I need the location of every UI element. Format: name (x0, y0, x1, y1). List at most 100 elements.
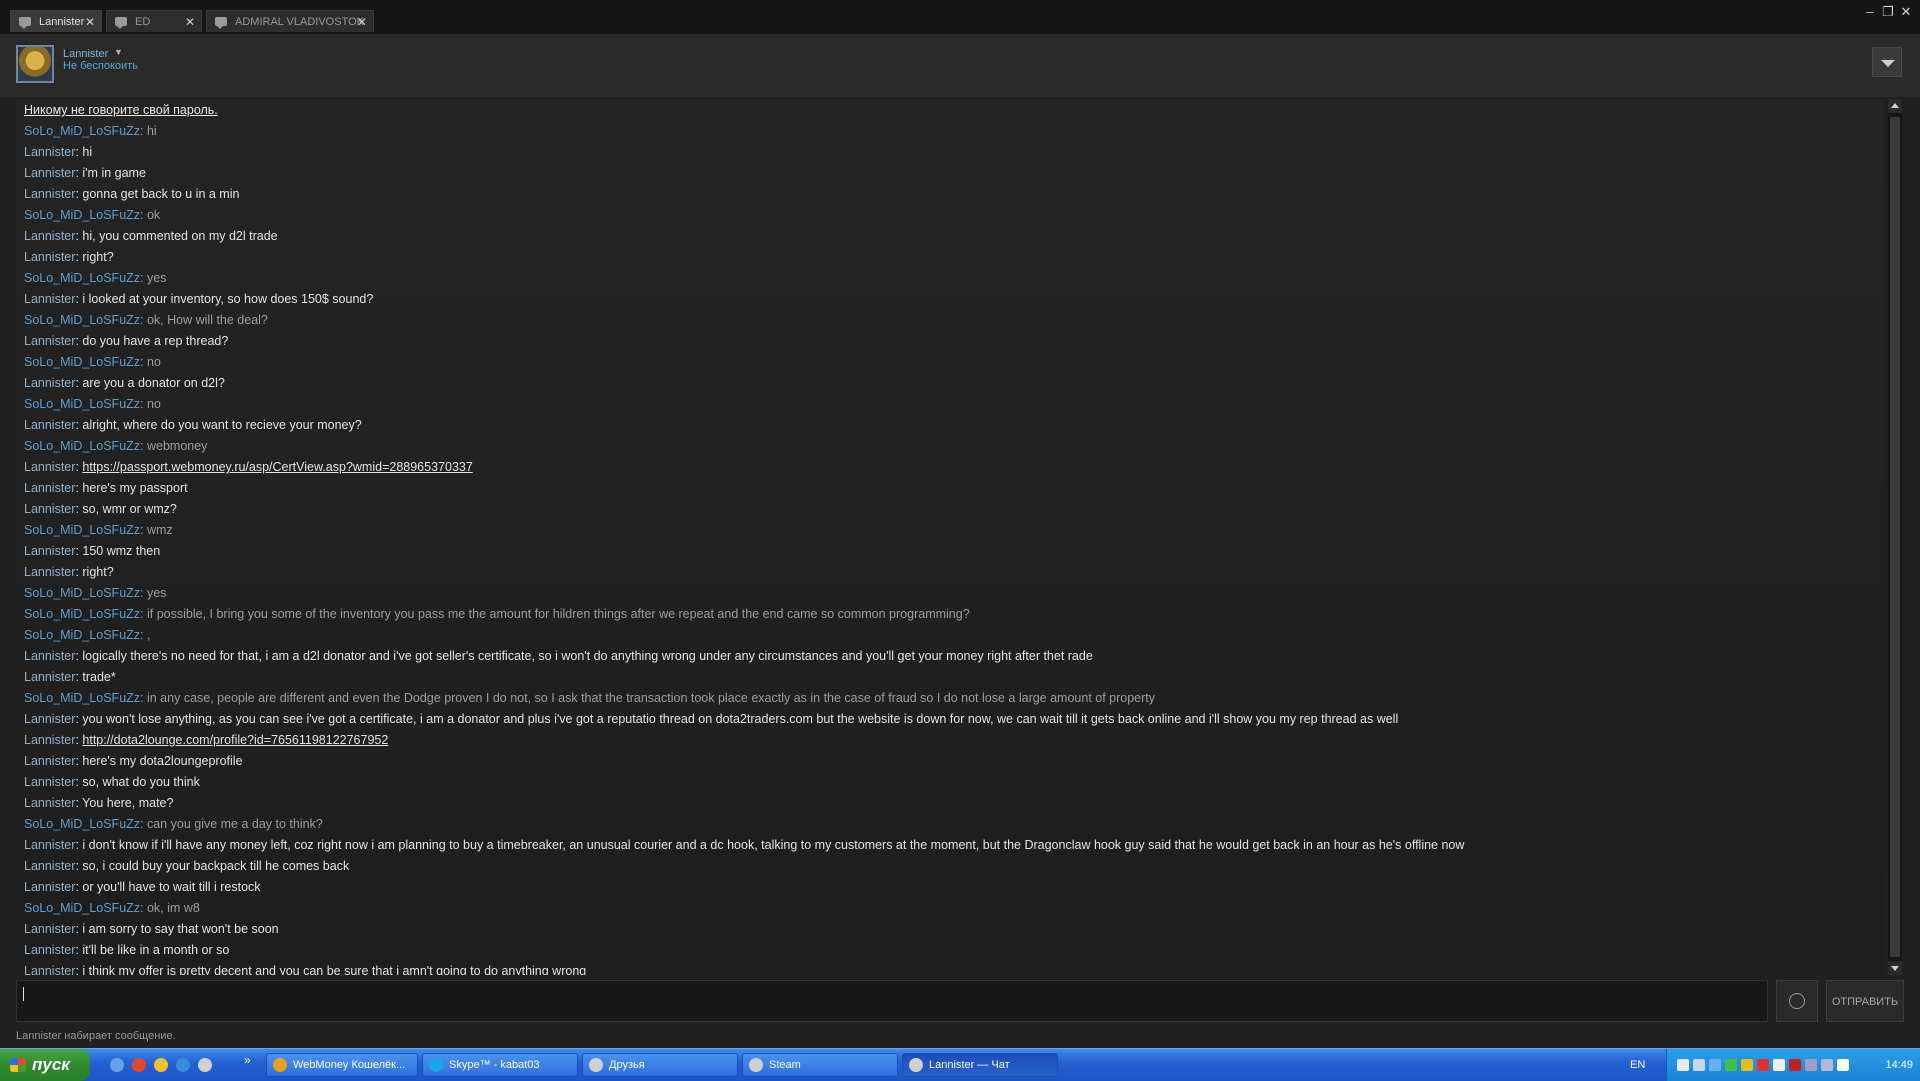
message-sender[interactable]: SoLo_MiD_LoSFuZz (24, 271, 140, 285)
tab-admiral-vladivostok[interactable]: ADMIRAL VLADIVOSTOK ✕ (206, 10, 374, 32)
message-sender[interactable]: Lannister (24, 670, 75, 684)
volume-tray-icon[interactable] (1773, 1059, 1785, 1071)
message-sender[interactable]: Lannister (24, 187, 75, 201)
message-sender[interactable]: Lannister (24, 544, 75, 558)
message-sender[interactable]: Lannister (24, 460, 75, 474)
avatar[interactable] (16, 45, 54, 83)
b-tray-icon[interactable] (1837, 1059, 1849, 1071)
message-sender[interactable]: Lannister (24, 649, 75, 663)
message-sender[interactable]: Lannister (24, 166, 75, 180)
tab-ed[interactable]: ED ✕ (106, 10, 202, 32)
message-sender[interactable]: SoLo_MiD_LoSFuZz (24, 124, 140, 138)
antivirus-shield-tray-icon[interactable] (1757, 1059, 1769, 1071)
message-sender[interactable]: Lannister (24, 733, 75, 747)
taskbar-button-friends[interactable]: Друзья (582, 1053, 738, 1077)
message-separator: : (140, 397, 147, 411)
message-separator: : (140, 523, 147, 537)
antivirus-tray-icon[interactable] (1725, 1059, 1737, 1071)
message-sender[interactable]: Lannister (24, 292, 75, 306)
taskbar-button-skype[interactable]: Skype™ - kabat03 (422, 1053, 578, 1077)
close-icon[interactable]: ✕ (85, 11, 95, 32)
message-text: if possible, I bring you some of the inv… (146, 607, 970, 621)
message-input[interactable] (16, 980, 1768, 1022)
chat-message: Lannister: so, i could buy your backpack… (24, 857, 349, 875)
chevron-down-icon[interactable]: ▼ (114, 47, 123, 57)
message-sender[interactable]: Lannister (24, 754, 75, 768)
tab-lannister[interactable]: Lannister ✕ (10, 10, 102, 32)
message-sender[interactable]: Lannister (24, 964, 75, 975)
message-sender[interactable]: Lannister (24, 859, 75, 873)
network-tray-icon[interactable] (1693, 1059, 1705, 1071)
message-sender[interactable]: Lannister (24, 796, 75, 810)
show-desktop-icon[interactable] (110, 1058, 124, 1072)
opera-icon[interactable] (132, 1058, 146, 1072)
message-sender[interactable]: SoLo_MiD_LoSFuZz (24, 586, 140, 600)
message-sender[interactable]: Lannister (24, 376, 75, 390)
flag-tray-icon[interactable] (1821, 1059, 1833, 1071)
message-sender[interactable]: Lannister (24, 880, 75, 894)
message-sender[interactable]: Lannister (24, 838, 75, 852)
message-sender[interactable]: SoLo_MiD_LoSFuZz (24, 355, 140, 369)
message-sender[interactable]: SoLo_MiD_LoSFuZz (24, 817, 140, 831)
steam-quicklaunch-icon[interactable] (198, 1058, 212, 1072)
friend-name[interactable]: Lannister (63, 48, 108, 60)
message-sender[interactable]: Lannister (24, 565, 75, 579)
taskbar-button-label: Skype™ - kabat03 (449, 1059, 540, 1071)
message-sender[interactable]: SoLo_MiD_LoSFuZz (24, 208, 140, 222)
message-sender[interactable]: Lannister (24, 145, 75, 159)
message-sender[interactable]: SoLo_MiD_LoSFuZz (24, 607, 140, 621)
steam-tray-icon[interactable] (1677, 1059, 1689, 1071)
send-button[interactable]: ОТПРАВИТЬ (1826, 980, 1904, 1022)
language-indicator[interactable]: EN (1630, 1049, 1645, 1081)
message-sender[interactable]: SoLo_MiD_LoSFuZz (24, 523, 140, 537)
message-sender[interactable]: SoLo_MiD_LoSFuZz (24, 397, 140, 411)
message-text: right? (82, 565, 114, 579)
close-icon[interactable]: ✕ (185, 11, 195, 32)
maximize-button[interactable]: ❐ (1880, 3, 1896, 21)
message-text: no (146, 397, 161, 411)
chat-message: SoLo_MiD_LoSFuZz: no (24, 353, 161, 371)
taskbar-button-steam[interactable]: Steam (742, 1053, 898, 1077)
taskbar-button-lannister-chat[interactable]: Lannister — Чат (902, 1053, 1058, 1077)
message-sender[interactable]: SoLo_MiD_LoSFuZz (24, 691, 140, 705)
scroll-down-icon[interactable] (1888, 961, 1902, 975)
security-warning: Никому не говорите свой пароль. (24, 103, 218, 117)
message-text: here's my dota2loungeprofile (82, 754, 243, 768)
message-sender[interactable]: Lannister (24, 418, 75, 432)
emoticon-button[interactable] (1776, 980, 1818, 1022)
message-sender[interactable]: Lannister (24, 481, 75, 495)
message-sender[interactable]: SoLo_MiD_LoSFuZz (24, 439, 140, 453)
chat-message: Lannister: You here, mate? (24, 794, 173, 812)
taskbar-button-webmoney[interactable]: WebMoney Кошелёк... (266, 1053, 418, 1077)
message-sender[interactable]: SoLo_MiD_LoSFuZz (24, 313, 140, 327)
message-sender[interactable]: Lannister (24, 502, 75, 516)
message-sender[interactable]: SoLo_MiD_LoSFuZz (24, 901, 140, 915)
message-sender[interactable]: Lannister (24, 250, 75, 264)
message-sender[interactable]: Lannister (24, 943, 75, 957)
message-sender[interactable]: Lannister (24, 712, 75, 726)
message-sender[interactable]: Lannister (24, 334, 75, 348)
chrome-icon[interactable] (154, 1058, 168, 1072)
message-sender[interactable]: Lannister (24, 922, 75, 936)
message-sender[interactable]: Lannister (24, 775, 75, 789)
message-text: wmz (146, 523, 173, 537)
scroll-up-icon[interactable] (1888, 99, 1902, 113)
chat-scrollbar[interactable] (1888, 99, 1902, 975)
windows-logo-icon (10, 1058, 26, 1072)
message-link[interactable]: https://passport.webmoney.ru/asp/CertVie… (82, 460, 472, 474)
minimize-button[interactable]: – (1862, 3, 1878, 21)
close-icon[interactable]: ✕ (357, 11, 367, 32)
start-button[interactable]: пуск (0, 1049, 90, 1081)
device-tray-icon[interactable] (1805, 1059, 1817, 1071)
scroll-thumb[interactable] (1890, 117, 1900, 957)
quicklaunch-more[interactable]: » (244, 1049, 251, 1071)
media-tray-icon[interactable] (1789, 1059, 1801, 1071)
header-menu-button[interactable] (1872, 47, 1902, 77)
close-window-button[interactable]: ✕ (1898, 3, 1914, 21)
message-sender[interactable]: Lannister (24, 229, 75, 243)
message-sender[interactable]: SoLo_MiD_LoSFuZz (24, 628, 140, 642)
browser-icon[interactable] (176, 1058, 190, 1072)
security-tray-icon[interactable] (1741, 1059, 1753, 1071)
message-link[interactable]: http://dota2lounge.com/profile?id=765611… (82, 733, 388, 747)
skype-tray-icon[interactable] (1709, 1059, 1721, 1071)
